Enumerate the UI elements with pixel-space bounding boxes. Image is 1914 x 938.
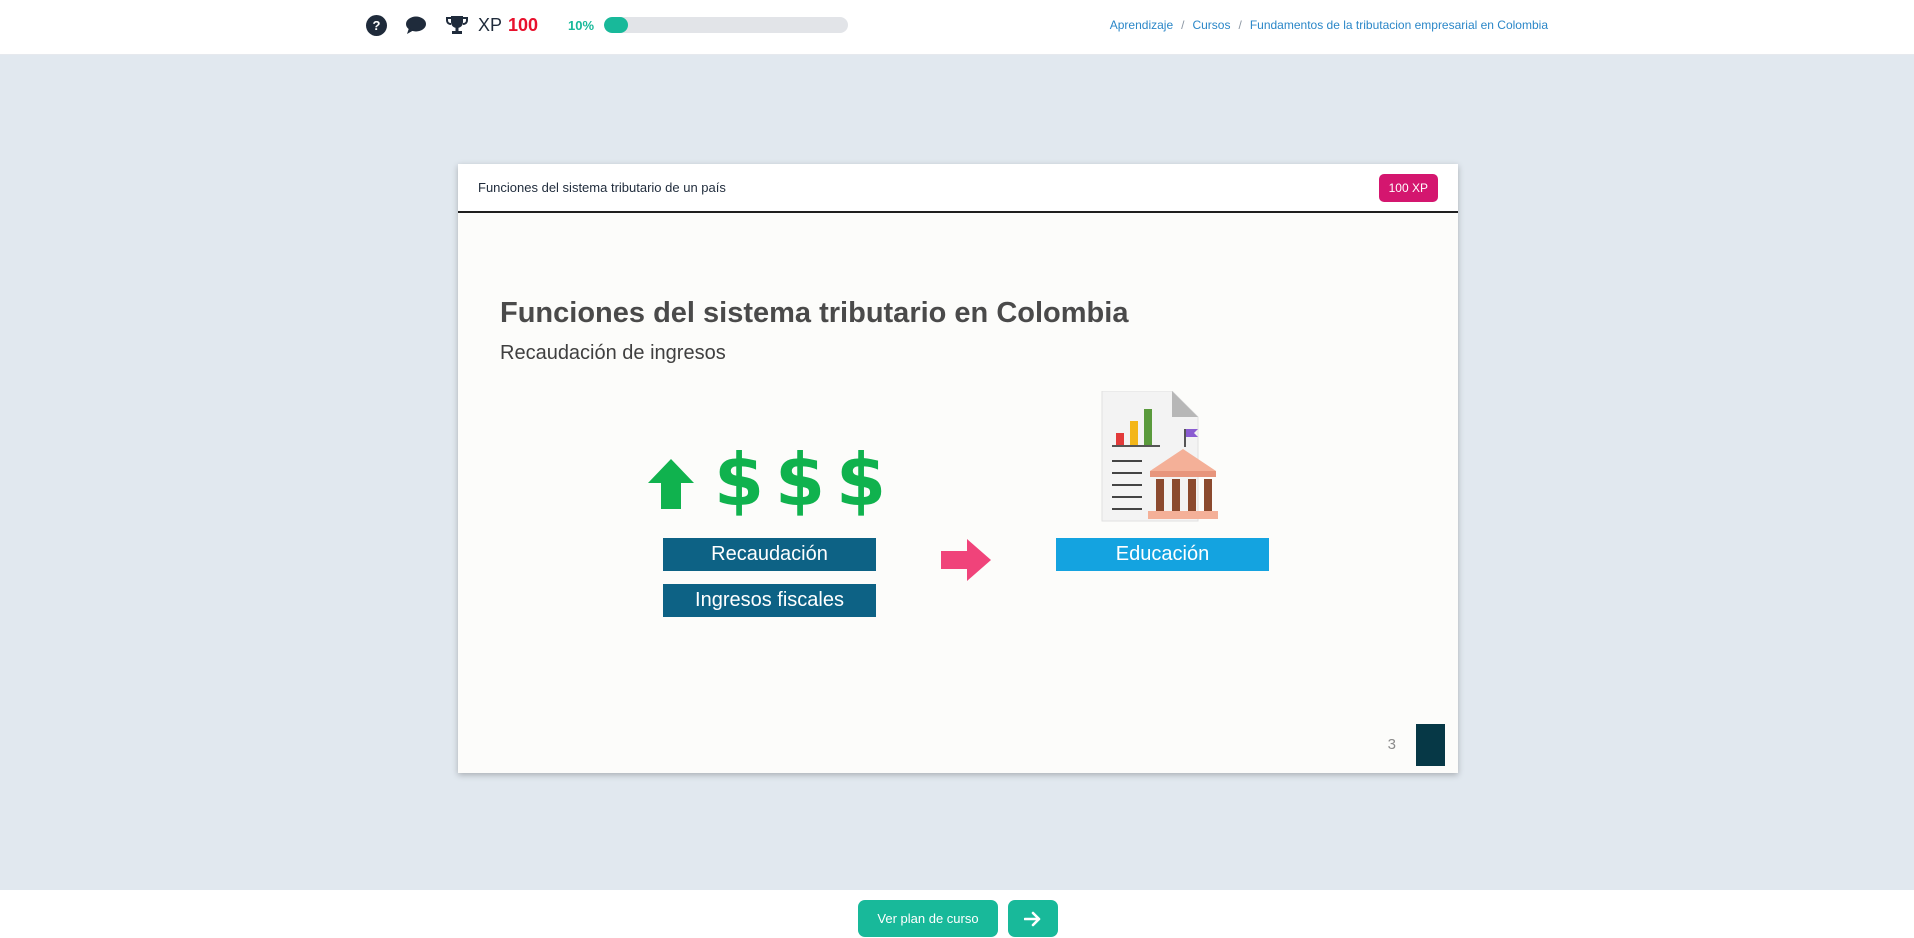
box-educacion: Educación [1056, 538, 1269, 571]
arrow-right-icon [1024, 911, 1041, 926]
lesson-card: Funciones del sistema tributario de un p… [458, 164, 1458, 773]
dollar-icon: $ [775, 438, 826, 522]
breadcrumb-item-course[interactable]: Fundamentos de la tributacion empresaria… [1250, 18, 1548, 32]
slide-title: Funciones del sistema tributario en Colo… [500, 297, 1129, 329]
slide-subtitle: Recaudación de ingresos [500, 342, 726, 364]
top-bar: ? XP 100 10% Aprendizaje / Cursos / Fund… [0, 0, 1914, 55]
breadcrumb-item-aprendizaje[interactable]: Aprendizaje [1110, 18, 1173, 32]
page-marker [1416, 724, 1445, 766]
help-icon[interactable]: ? [366, 15, 387, 36]
next-button[interactable] [1008, 900, 1058, 937]
breadcrumb: Aprendizaje / Cursos / Fundamentos de la… [1110, 18, 1548, 32]
progress-bar [604, 17, 848, 33]
box-recaudacion: Recaudación [663, 538, 876, 571]
finance-report-bank-icon [1101, 391, 1218, 522]
trophy-icon[interactable] [446, 14, 468, 36]
bottom-bar: Ver plan de curso [0, 890, 1914, 938]
card-title: Funciones del sistema tributario de un p… [478, 180, 726, 195]
right-arrow-icon [941, 539, 991, 581]
course-plan-button[interactable]: Ver plan de curso [858, 900, 998, 937]
breadcrumb-separator: / [1238, 18, 1242, 32]
page-number: 3 [1387, 736, 1396, 753]
card-header: Funciones del sistema tributario de un p… [458, 164, 1458, 213]
breadcrumb-separator: / [1181, 18, 1185, 32]
progress-bar-fill [604, 17, 629, 33]
dollar-icon: $ [836, 438, 887, 522]
xp-label: XP [478, 15, 503, 35]
breadcrumb-item-cursos[interactable]: Cursos [1192, 18, 1230, 32]
xp-value: 100 [508, 15, 539, 35]
xp-badge: 100 XP [1378, 174, 1438, 202]
progress-percent: 10% [568, 18, 595, 33]
chat-icon[interactable] [405, 14, 427, 36]
dollar-icon: $ [714, 438, 765, 522]
up-arrow-icon [648, 459, 694, 509]
box-ingresos-fiscales: Ingresos fiscales [663, 584, 876, 617]
